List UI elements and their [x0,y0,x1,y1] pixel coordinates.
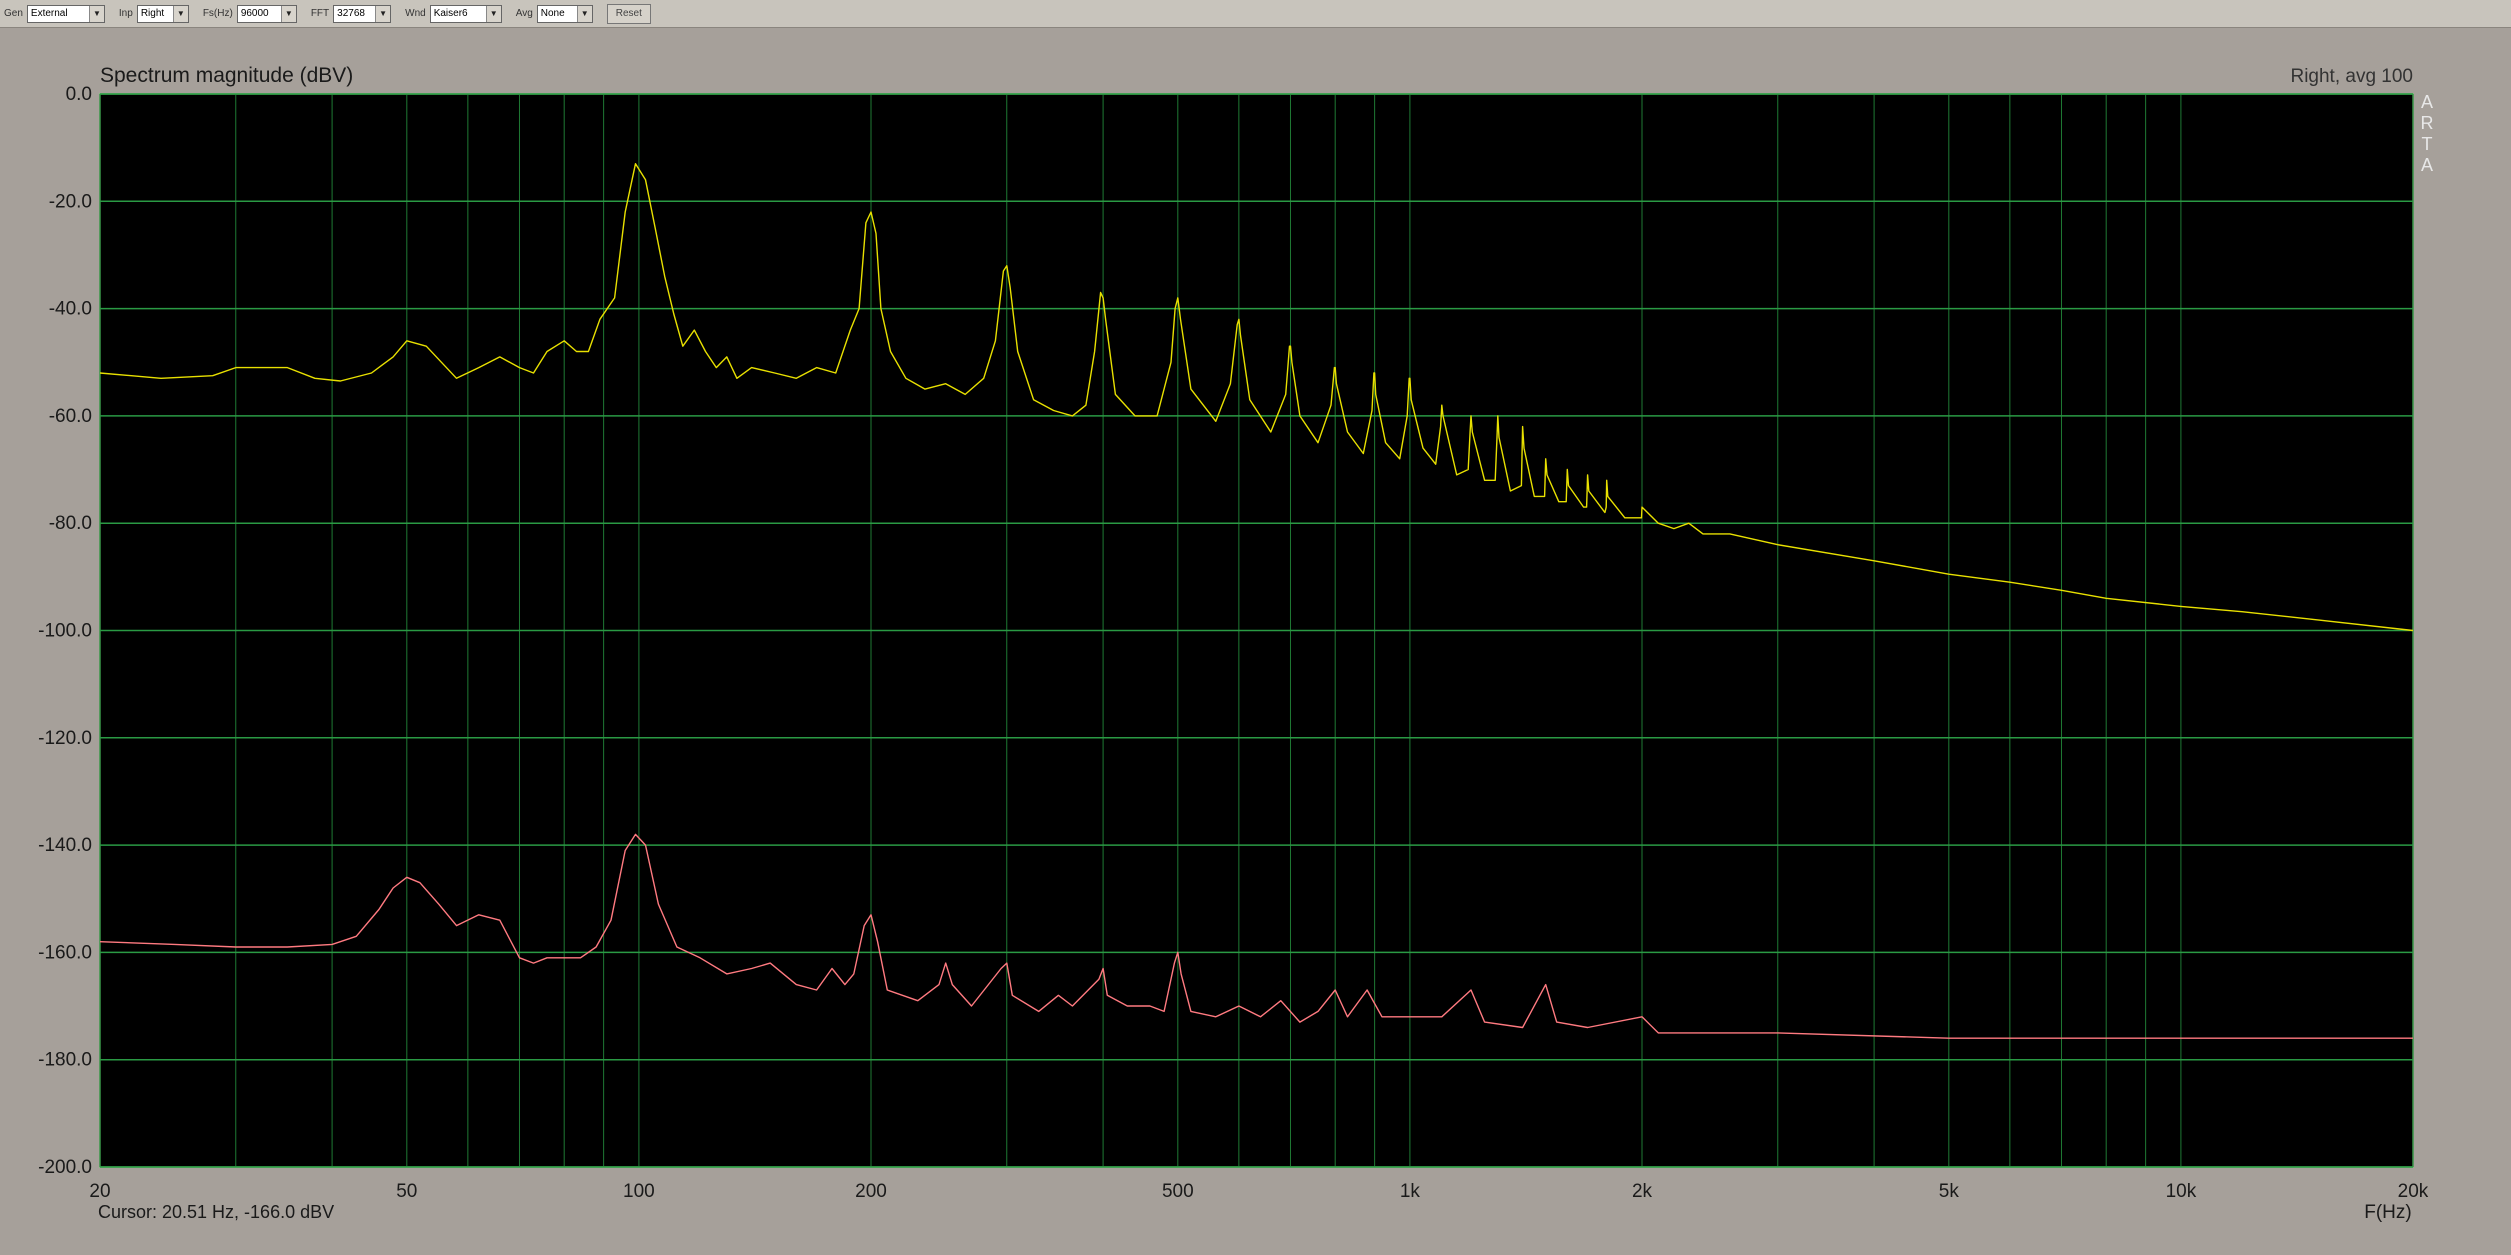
toolbar-select-value: None [540,8,565,19]
toolbar-label: Fs(Hz) [202,8,233,19]
toolbar-select-value: 32768 [337,8,365,19]
toolbar-label: Avg [515,8,533,19]
x-tick-label: 1k [1400,1181,1421,1202]
chevron-down-icon[interactable]: ▼ [576,5,592,22]
y-tick-label: -100.0 [38,621,92,642]
toolbar-select-fft[interactable]: 32768 ▼ [333,4,392,23]
x-tick-label: 50 [396,1181,417,1202]
watermark-letter: R [2421,113,2434,133]
x-tick-label: 500 [1162,1181,1194,1202]
chevron-down-icon[interactable]: ▼ [88,5,104,22]
toolbar-label: FFT [310,8,330,19]
toolbar: Gen External ▼ Inp Right ▼ Fs(Hz) 96000 ▼ FFT 3276… [0,0,2511,28]
toolbar-select-value: 96000 [240,8,269,19]
y-tick-label: -120.0 [38,728,92,749]
y-tick-label: 0.0 [66,84,92,105]
x-tick-label: 5k [1939,1181,1960,1202]
chevron-down-icon[interactable]: ▼ [280,5,296,22]
toolbar-select-fs-hz-[interactable]: 96000 ▼ [236,4,297,23]
x-tick-label: 20k [2398,1181,2429,1202]
toolbar-group-wnd: Wnd Kaiser6 ▼ [405,4,502,23]
arta-watermark: ARTA [2421,92,2434,175]
toolbar-label: Wnd [405,8,426,19]
y-tick-label: -200.0 [38,1157,92,1178]
channel-label: Right, avg 100 [2290,66,2413,87]
watermark-letter: A [2421,155,2433,175]
toolbar-group-fft: FFT 32768 ▼ [310,4,392,23]
toolbar-group-avg: Avg None ▼ [515,4,593,23]
y-tick-label: -40.0 [49,299,92,320]
watermark-letter: A [2421,92,2433,112]
toolbar-select-value: Right [140,8,165,19]
y-tick-label: -140.0 [38,835,92,856]
toolbar-group-inp: Inp Right ▼ [118,4,189,23]
toolbar-label: Gen [4,8,23,19]
toolbar-select-avg[interactable]: None ▼ [536,4,593,23]
chevron-down-icon[interactable]: ▼ [485,5,501,22]
chevron-down-icon[interactable]: ▼ [172,5,188,22]
reset-button[interactable]: Reset [606,3,651,24]
y-tick-label: -60.0 [49,406,92,427]
y-tick-label: -160.0 [38,942,92,963]
toolbar-select-wnd[interactable]: Kaiser6 ▼ [429,4,502,23]
x-tick-label: 100 [623,1181,655,1202]
toolbar-select-gen[interactable]: External ▼ [26,4,105,23]
x-tick-label: 200 [855,1181,887,1202]
x-tick-label: 20 [89,1181,110,1202]
chevron-down-icon[interactable]: ▼ [375,5,391,22]
y-tick-label: -20.0 [49,191,92,212]
toolbar-label: Inp [118,8,133,19]
y-tick-label: -180.0 [38,1050,92,1071]
chart-title: Spectrum magnitude (dBV) [100,64,353,87]
spectrum-chart[interactable]: 0.0 -20.0 -40.0 -60.0 -80.0 -100.0 -120.0 -140.… [0,28,2511,1255]
x-axis-label: F(Hz) [2364,1202,2411,1223]
x-tick-label: 10k [2166,1181,2197,1202]
y-tick-label: -80.0 [49,513,92,534]
toolbar-group-fs-hz-: Fs(Hz) 96000 ▼ [202,4,297,23]
toolbar-select-value: External [30,8,68,19]
x-tick-label: 2k [1632,1181,1653,1202]
toolbar-select-inp[interactable]: Right ▼ [136,4,189,23]
toolbar-select-value: Kaiser6 [433,8,468,19]
toolbar-group-gen: Gen External ▼ [4,4,105,23]
cursor-readout: Cursor: 20.51 Hz, -166.0 dBV [98,1202,334,1222]
watermark-letter: T [2422,134,2433,154]
